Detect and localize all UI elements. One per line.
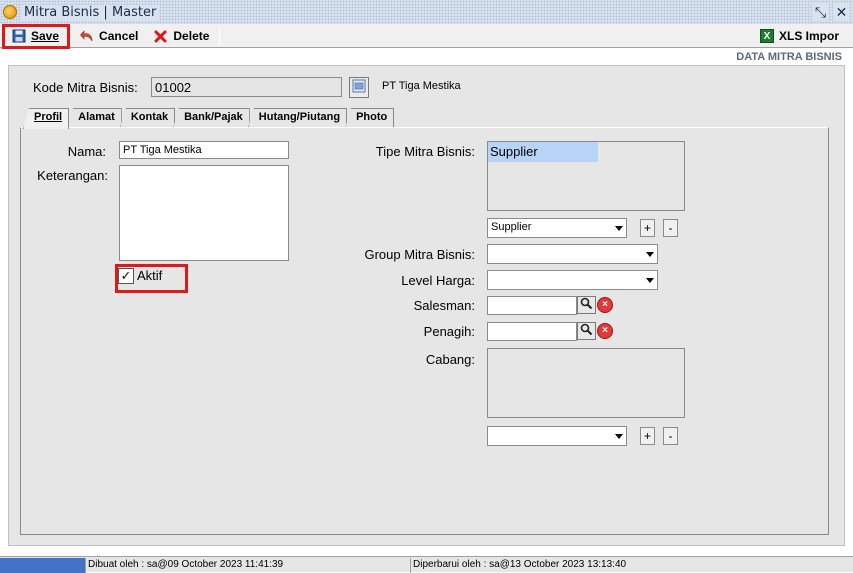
xls-import-button[interactable]: X XLS Impor xyxy=(752,25,847,47)
tab-label: Profil xyxy=(34,111,63,123)
tipe-mitra-select[interactable]: Supplier xyxy=(487,218,627,238)
kode-input[interactable]: 01002 xyxy=(151,77,342,97)
keterangan-label: Keterangan: xyxy=(37,168,108,183)
undo-icon xyxy=(80,29,94,43)
aktif-label: Aktif xyxy=(137,268,163,283)
tab-label: Alamat xyxy=(78,111,115,123)
save-icon xyxy=(12,29,26,43)
tab-bank-pajak[interactable]: Bank/Pajak xyxy=(173,108,250,128)
tab-label: Bank/Pajak xyxy=(184,111,243,123)
chevron-down-icon xyxy=(646,278,654,283)
salesman-input[interactable] xyxy=(487,296,577,315)
window-controls: ⤡ ✕ xyxy=(812,3,850,20)
save-label: Save xyxy=(31,28,60,43)
cabang-select[interactable] xyxy=(487,426,627,446)
penagih-clear-button[interactable]: × xyxy=(597,323,613,339)
browse-button[interactable] xyxy=(349,77,369,98)
tab-label: Photo xyxy=(356,111,388,123)
kode-label: Kode Mitra Bisnis: xyxy=(33,80,138,95)
tab-hutang-piutang[interactable]: Hutang/Piutang xyxy=(247,108,348,128)
save-button[interactable]: Save xyxy=(4,25,67,47)
delete-label: Delete xyxy=(173,28,210,43)
close-icon[interactable]: ✕ xyxy=(833,3,850,20)
salesman-search-button[interactable] xyxy=(577,296,596,314)
salesman-clear-button[interactable]: × xyxy=(597,297,613,313)
group-mitra-label: Group Mitra Bisnis: xyxy=(364,247,475,262)
toolbar-separator xyxy=(219,25,221,46)
cabang-label: Cabang: xyxy=(425,352,475,367)
xls-import-label: XLS Impor xyxy=(778,29,839,43)
toolbar-separator xyxy=(69,25,71,46)
chevron-down-icon xyxy=(615,226,623,231)
window-title: Mitra Bisnis | Master xyxy=(21,4,160,20)
magnifier-icon xyxy=(580,297,593,313)
delete-icon xyxy=(154,29,168,43)
toolbar: Save Cancel Delete X XLS Impor xyxy=(0,24,853,48)
tab-label: Kontak xyxy=(130,111,169,123)
level-harga-select[interactable] xyxy=(487,270,658,290)
excel-icon: X xyxy=(759,29,774,43)
tab-photo[interactable]: Photo xyxy=(345,108,395,128)
status-indicator xyxy=(0,558,85,573)
cancel-label: Cancel xyxy=(99,28,139,43)
group-mitra-select[interactable] xyxy=(487,244,658,264)
title-bar: Mitra Bisnis | Master ⤡ ✕ xyxy=(0,0,853,24)
add-cabang-button[interactable]: + xyxy=(640,427,655,445)
tab-alamat[interactable]: Alamat xyxy=(67,108,122,128)
penagih-input[interactable] xyxy=(487,322,577,341)
list-item[interactable]: Supplier xyxy=(488,142,598,162)
keterangan-textarea[interactable] xyxy=(119,165,289,261)
aktif-checkbox[interactable]: ✓ xyxy=(118,268,134,284)
tab-profil[interactable]: Profil xyxy=(23,108,70,129)
tab-strip: Profil Alamat Kontak Bank/Pajak Hutang/P… xyxy=(23,108,395,129)
remove-tipe-button[interactable]: - xyxy=(663,219,678,237)
updated-info: Diperbarui oleh : sa@13 October 2023 13:… xyxy=(410,558,853,573)
cancel-button[interactable]: Cancel xyxy=(72,25,146,47)
tab-label: Hutang/Piutang xyxy=(258,111,341,123)
nama-input[interactable]: PT Tiga Mestika xyxy=(119,141,289,159)
app-icon xyxy=(3,5,17,19)
restore-icon[interactable]: ⤡ xyxy=(812,3,829,20)
delete-button[interactable]: Delete xyxy=(146,25,217,47)
section-title: DATA MITRA BISNIS xyxy=(736,51,842,63)
chevron-down-icon xyxy=(615,434,623,439)
cabang-listbox[interactable] xyxy=(487,348,685,418)
add-tipe-button[interactable]: + xyxy=(640,219,655,237)
penagih-label: Penagih: xyxy=(423,324,475,339)
created-info: Dibuat oleh : sa@09 October 2023 11:41:3… xyxy=(85,558,410,573)
chevron-down-icon xyxy=(646,252,654,257)
company-name: PT Tiga Mestika xyxy=(382,80,461,92)
tipe-mitra-select-value: Supplier xyxy=(491,221,532,233)
level-harga-label: Level Harga: xyxy=(401,273,475,288)
browse-icon xyxy=(352,79,366,96)
salesman-label: Salesman: xyxy=(413,298,475,313)
penagih-search-button[interactable] xyxy=(577,322,596,340)
tipe-mitra-label: Tipe Mitra Bisnis: xyxy=(375,144,475,159)
tab-kontak[interactable]: Kontak xyxy=(119,108,176,128)
excel-icon-glyph: X xyxy=(759,29,774,43)
remove-cabang-button[interactable]: - xyxy=(663,427,678,445)
magnifier-icon xyxy=(580,323,593,339)
nama-label: Nama: xyxy=(67,144,106,159)
status-bar: Dibuat oleh : sa@09 October 2023 11:41:3… xyxy=(0,556,853,573)
